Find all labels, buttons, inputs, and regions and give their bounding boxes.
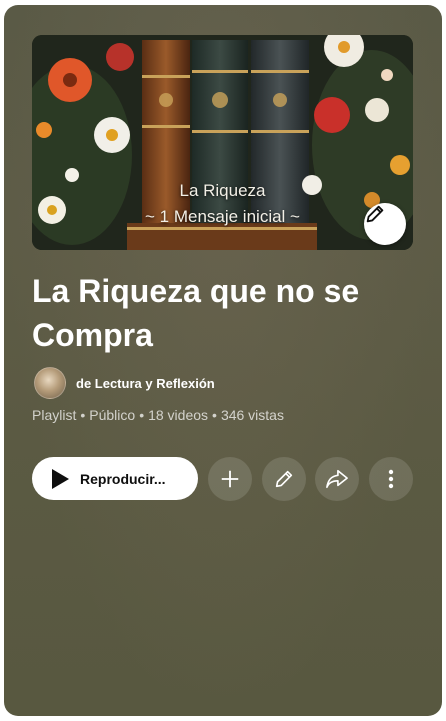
playlist-visibility: Público <box>89 407 136 423</box>
playlist-owner[interactable]: de Lectura y Reflexión <box>34 367 215 399</box>
playlist-thumbnail[interactable]: La Riqueza ~ 1 Mensaje inicial ~ <box>32 35 413 250</box>
play-all-button[interactable]: Reproducir... <box>32 457 198 500</box>
edit-thumbnail-button[interactable] <box>364 203 406 245</box>
edit-playlist-button[interactable] <box>262 457 306 501</box>
playlist-view-count: 346 vistas <box>220 407 284 423</box>
owner-name[interactable]: de Lectura y Reflexión <box>76 376 215 391</box>
play-icon <box>52 468 69 489</box>
add-to-playlist-button[interactable] <box>208 457 252 501</box>
thumbnail-title: La Riqueza <box>179 181 266 200</box>
playlist-header-panel: La Riqueza ~ 1 Mensaje inicial ~ La Riqu… <box>4 5 442 716</box>
pencil-icon <box>366 205 384 223</box>
playlist-metadata: Playlist • Público • 18 videos • 346 vistas <box>32 407 284 423</box>
plus-icon <box>221 470 239 488</box>
playlist-type: Playlist <box>32 407 77 423</box>
play-all-label: Reproducir... <box>80 470 166 487</box>
share-button[interactable] <box>315 457 359 501</box>
share-icon <box>326 469 348 489</box>
avatar[interactable] <box>34 367 66 399</box>
playlist-video-count: 18 videos <box>148 407 209 423</box>
pencil-icon <box>275 470 293 488</box>
more-options-button[interactable] <box>369 457 413 501</box>
playlist-title: La Riqueza que no se Compra <box>32 273 360 353</box>
thumbnail-subtitle: ~ 1 Mensaje inicial ~ <box>145 207 300 226</box>
more-vertical-icon <box>388 469 394 489</box>
